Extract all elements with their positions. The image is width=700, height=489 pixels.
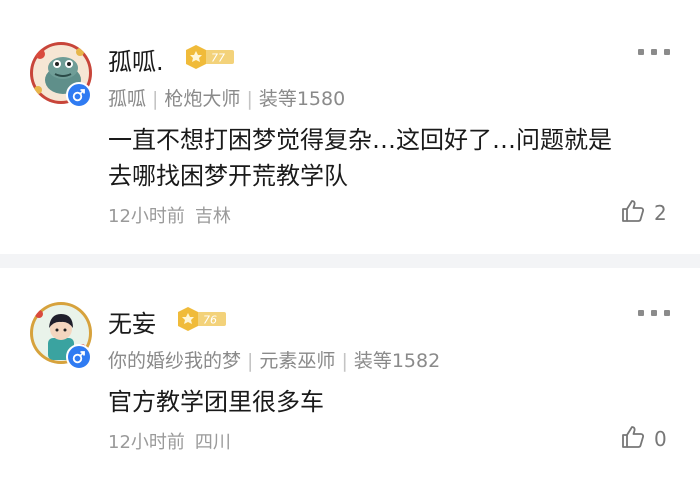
- like-button[interactable]: 0: [620, 424, 667, 454]
- comment-item: 无妄 76 你的婚纱我的梦 | 元素巫师 | 装等1582 官方教学团里很多车 12小时…: [0, 268, 700, 489]
- level-badge-icon: 76: [176, 306, 228, 332]
- username[interactable]: 无妄: [108, 304, 156, 339]
- comment-item: 孤呱. 77 孤呱 | 枪炮大师 | 装等1580 一直不想打困梦觉得复杂…这回好了…问…: [0, 0, 700, 254]
- comment-time: 12小时前: [108, 206, 185, 227]
- meta-class: 枪炮大师: [164, 88, 241, 110]
- user-meta: 孤呱 | 枪炮大师 | 装等1580: [108, 88, 346, 110]
- like-count: 2: [654, 201, 667, 225]
- divider: [0, 254, 700, 268]
- level-badge-text: 77: [211, 52, 225, 65]
- thumbs-up-icon: [620, 424, 646, 454]
- meta-server: 孤呱: [108, 88, 147, 110]
- more-icon[interactable]: [638, 47, 670, 57]
- level-badge-text: 76: [203, 314, 217, 327]
- comment-footer: 12小时前 吉林: [108, 202, 231, 228]
- comment-time: 12小时前: [108, 432, 185, 453]
- username[interactable]: 孤呱.: [108, 42, 164, 77]
- meta-class: 元素巫师: [259, 350, 336, 372]
- male-icon: [66, 82, 92, 108]
- more-icon[interactable]: [638, 308, 670, 318]
- meta-gear: 装等1582: [353, 350, 441, 372]
- comment-text: 一直不想打困梦觉得复杂…这回好了…问题就是去哪找困梦开荒教学队: [108, 126, 612, 190]
- thumbs-up-icon: [620, 198, 646, 228]
- male-icon: [66, 344, 92, 370]
- user-meta: 你的婚纱我的梦 | 元素巫师 | 装等1582: [108, 350, 441, 372]
- level-badge-icon: 77: [184, 44, 236, 70]
- like-button[interactable]: 2: [620, 198, 667, 228]
- meta-gear: 装等1580: [258, 88, 346, 110]
- comment-footer: 12小时前 四川: [108, 428, 231, 454]
- comment-location: 四川: [194, 432, 231, 453]
- comment-text: 官方教学团里很多车: [108, 388, 324, 416]
- meta-server: 你的婚纱我的梦: [108, 350, 242, 372]
- like-count: 0: [654, 427, 667, 451]
- comment-location: 吉林: [194, 206, 231, 227]
